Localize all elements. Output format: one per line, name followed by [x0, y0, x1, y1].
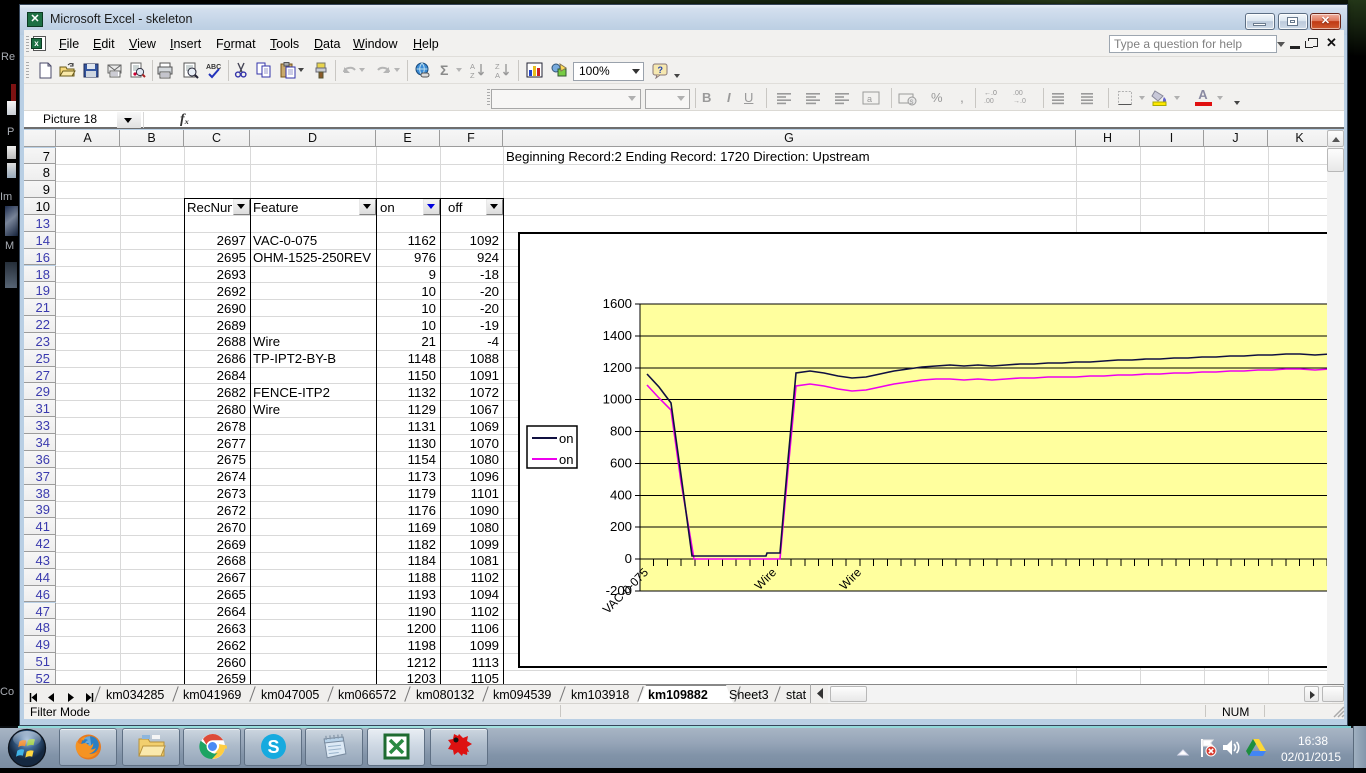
svg-text:on: on — [559, 452, 573, 467]
svg-text:1600: 1600 — [603, 296, 632, 311]
svg-text:1400: 1400 — [603, 328, 632, 343]
svg-text:?: ? — [658, 65, 664, 75]
svg-text:S: S — [267, 737, 279, 757]
svg-text:600: 600 — [610, 455, 632, 470]
svg-text:800: 800 — [610, 424, 632, 439]
svg-text:1000: 1000 — [603, 392, 632, 407]
svg-text:on: on — [559, 431, 573, 446]
svg-text:0: 0 — [625, 551, 632, 566]
svg-text:A: A — [495, 71, 500, 79]
svg-text:Z: Z — [470, 71, 475, 79]
svg-text:1200: 1200 — [603, 360, 632, 375]
svg-text:a: a — [867, 94, 872, 104]
svg-text:400: 400 — [610, 487, 632, 502]
svg-text:s: s — [910, 97, 914, 106]
svg-text:Z: Z — [495, 62, 500, 71]
svg-text:A: A — [470, 62, 475, 71]
svg-text:200: 200 — [610, 519, 632, 534]
